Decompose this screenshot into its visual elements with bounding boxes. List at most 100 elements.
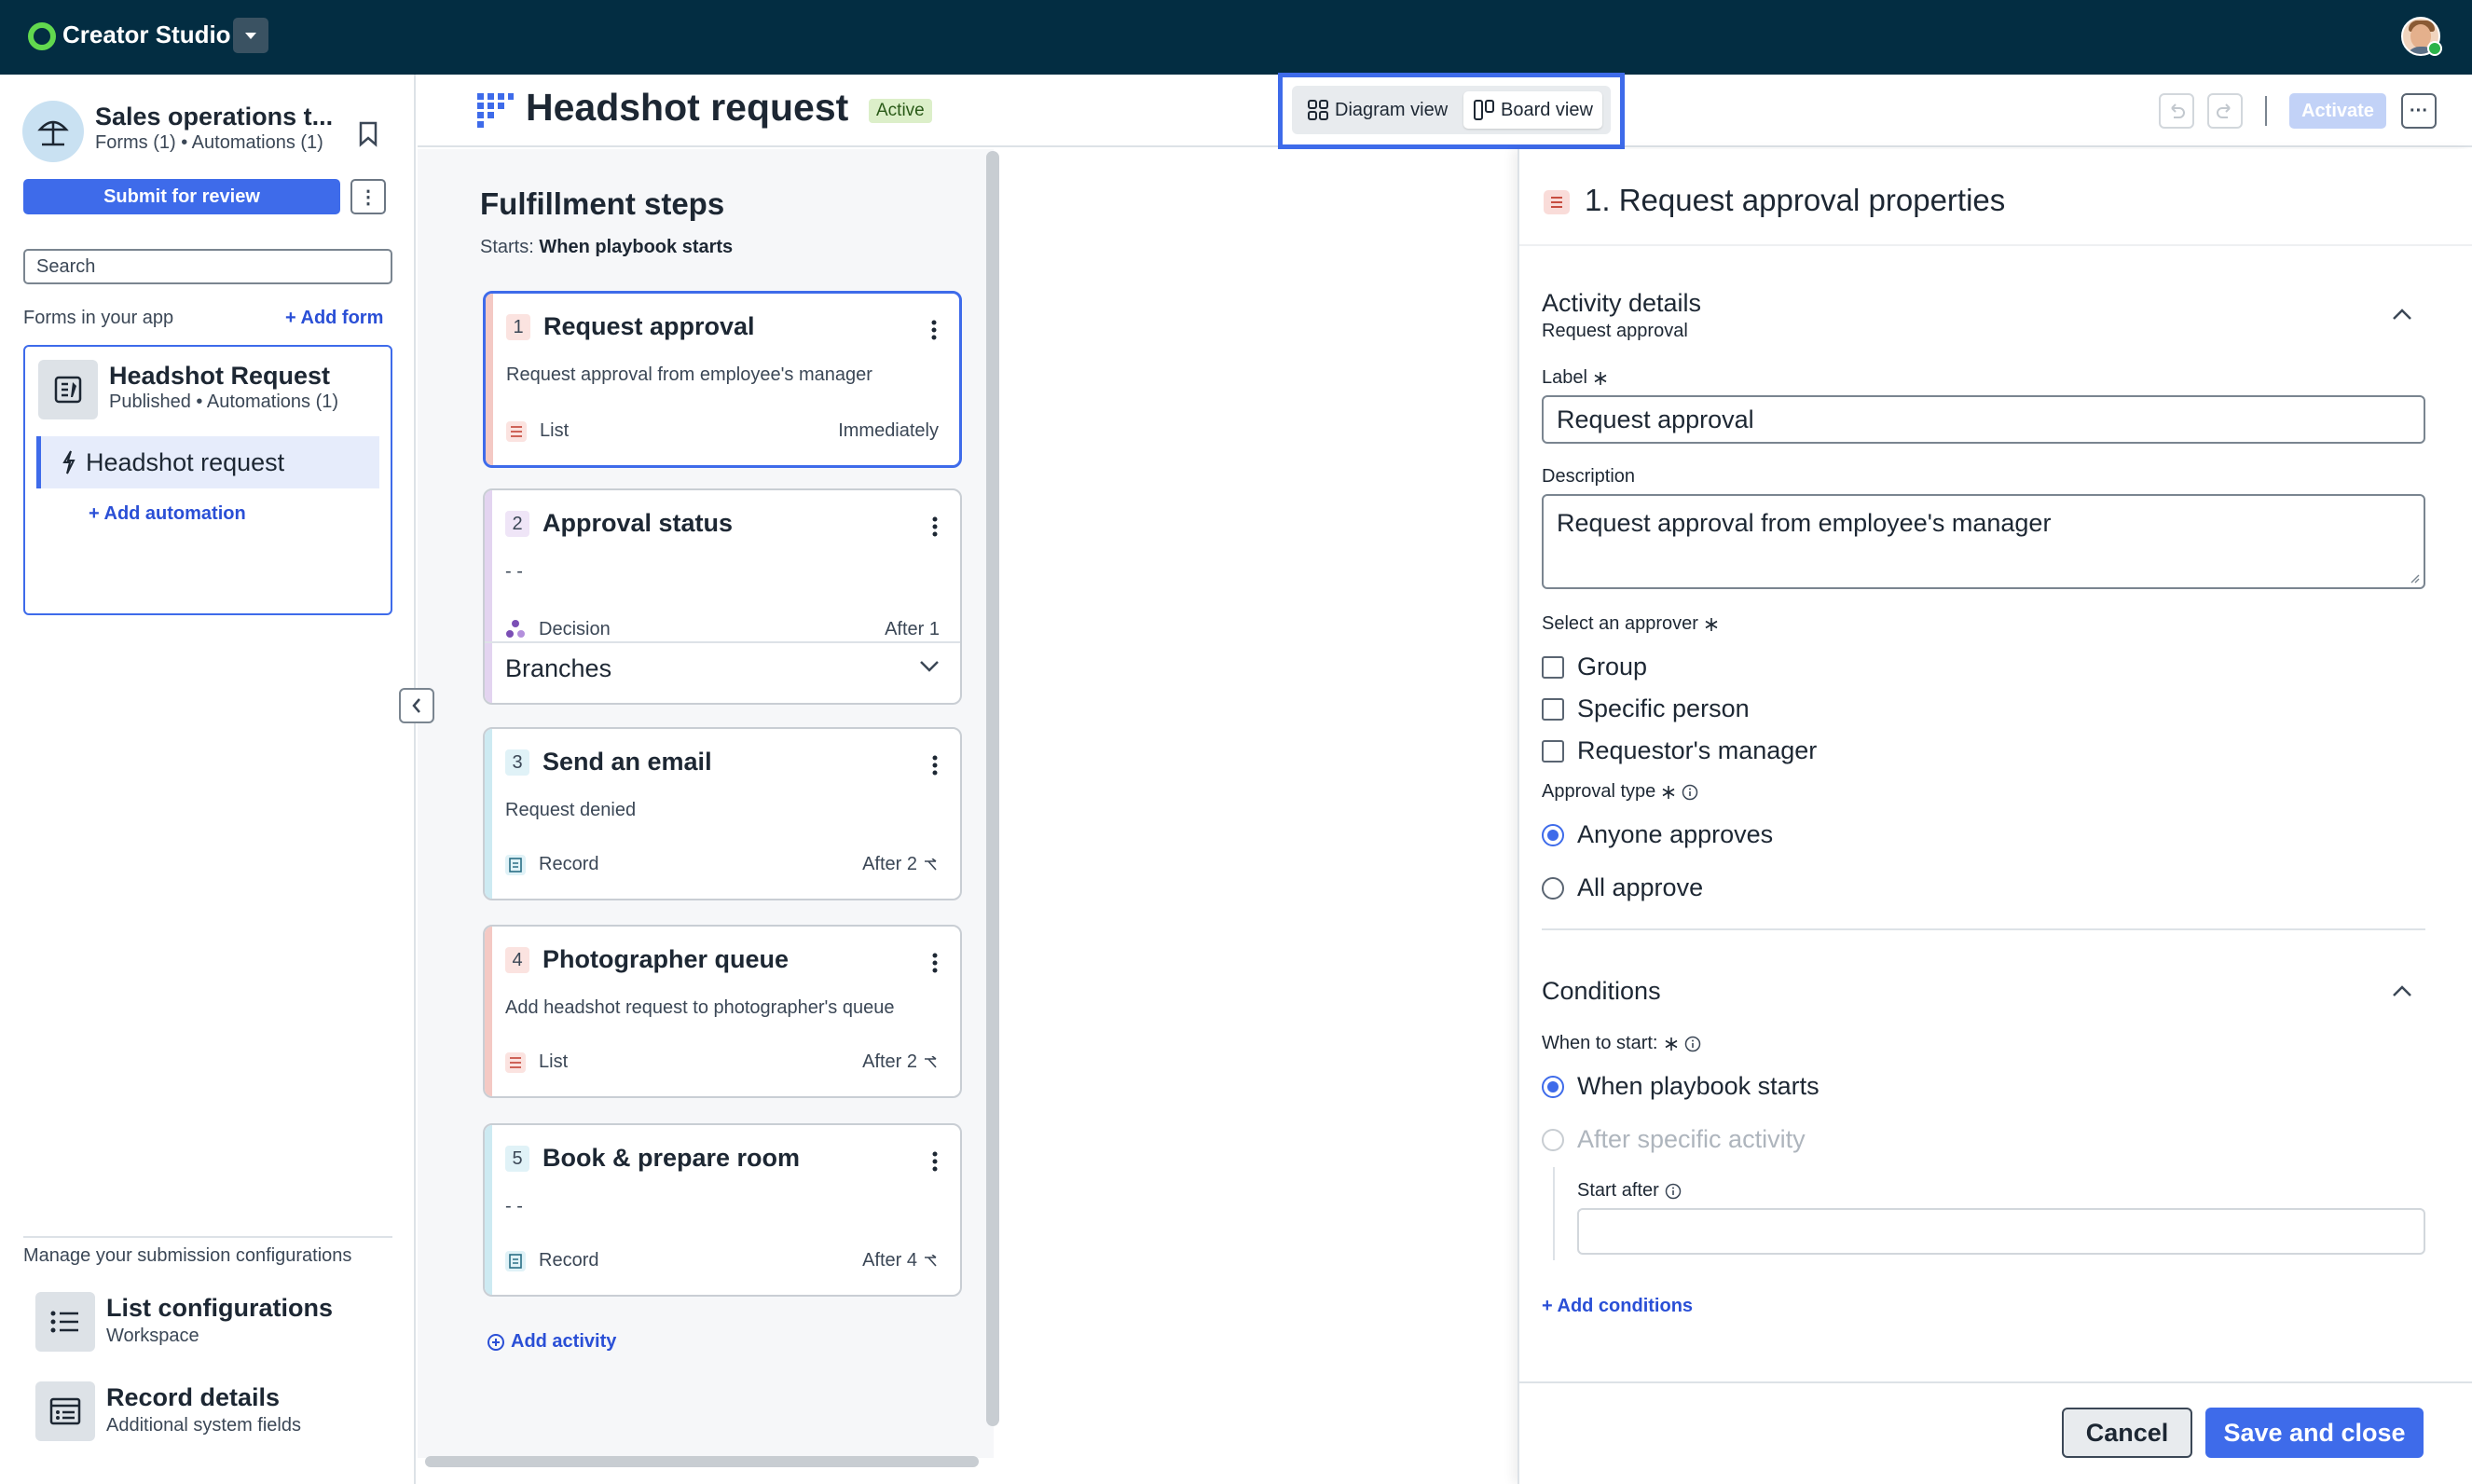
save-and-close-button[interactable]: Save and close [2205, 1408, 2424, 1458]
add-conditions-link[interactable]: + Add conditions [1542, 1296, 1693, 1317]
board-view-button[interactable]: Board view [1463, 91, 1602, 129]
step-menu-icon[interactable] [931, 320, 937, 340]
step-type: List [540, 420, 570, 441]
radio[interactable] [1542, 876, 1564, 900]
info-icon[interactable] [1682, 784, 1698, 801]
redo-button[interactable] [2207, 93, 2243, 129]
top-bar: Creator Studio [0, 0, 2472, 75]
step-title: Approval status [542, 509, 734, 537]
form-subtitle: Published • Automations (1) [109, 392, 339, 412]
header-divider [2265, 96, 2267, 126]
form-icon [38, 360, 98, 419]
form-card[interactable]: Headshot Request Published • Automations… [23, 345, 392, 615]
list-configurations-subtitle: Workspace [106, 1326, 199, 1346]
radio[interactable] [1542, 823, 1564, 846]
info-icon[interactable] [1684, 1036, 1701, 1052]
automation-item[interactable]: Headshot request [36, 436, 379, 488]
app-subtitle: Forms (1) • Automations (1) [95, 132, 323, 153]
divider [1519, 244, 2472, 246]
step-card-4[interactable]: 4 Photographer queue Add headshot reques… [483, 925, 962, 1098]
step-type: List [539, 1051, 569, 1072]
step-number: 1 [506, 314, 530, 340]
submit-for-review-button[interactable]: Submit for review [23, 179, 340, 214]
beach-umbrella-icon [37, 120, 69, 146]
anyone-approves-radio[interactable]: Anyone approves [1542, 820, 1773, 849]
step-menu-icon[interactable] [932, 953, 938, 973]
approver-group-checkbox[interactable]: Group [1542, 653, 1647, 681]
conditions-title[interactable]: Conditions [1542, 977, 1661, 1006]
record-details-title[interactable]: Record details [106, 1383, 280, 1412]
diagram-canvas[interactable] [1007, 149, 1518, 1484]
label-input[interactable]: Request approval [1542, 395, 2425, 444]
list-configurations-title[interactable]: List configurations [106, 1294, 333, 1323]
step-number: 3 [505, 749, 529, 776]
resize-grip-icon[interactable] [2409, 572, 2420, 584]
step-title: Photographer queue [542, 945, 790, 973]
diagram-view-button[interactable]: Diagram view [1298, 91, 1457, 129]
divider [1553, 1167, 1555, 1260]
approver-specific-person-checkbox[interactable]: Specific person [1542, 694, 1750, 723]
bookmark-icon[interactable] [358, 121, 378, 147]
radio[interactable] [1542, 1075, 1564, 1098]
chevron-up-icon[interactable] [2392, 984, 2412, 997]
radio[interactable] [1542, 1128, 1564, 1151]
brand-dropdown-button[interactable] [233, 18, 268, 53]
branches-toggle[interactable]: Branches [485, 641, 960, 694]
all-approve-radio[interactable]: All approve [1542, 873, 1703, 902]
list-icon [35, 1292, 95, 1352]
add-automation-link[interactable]: + Add automation [89, 503, 246, 525]
info-icon[interactable] [1665, 1183, 1682, 1200]
record-icon [505, 1251, 526, 1271]
step-description: Request approval from employee's manager [506, 364, 872, 385]
caret-down-icon [245, 33, 256, 39]
step-title: Book & prepare room [542, 1144, 801, 1172]
description-textarea[interactable]: Request approval from employee's manager [1542, 494, 2425, 589]
more-options-button[interactable]: ··· [2401, 93, 2437, 129]
redo-icon [2217, 103, 2231, 118]
step-card-3[interactable]: 3 Send an email Request denied Record Af… [483, 727, 962, 900]
horizontal-scrollbar[interactable] [425, 1456, 979, 1467]
board-icon [1474, 100, 1494, 120]
step-number: 2 [505, 511, 529, 537]
brand-name[interactable]: Creator Studio [62, 21, 231, 49]
step-card-1[interactable]: 1 Request approval Request approval from… [483, 291, 962, 468]
add-activity-link[interactable]: Add activity [487, 1331, 616, 1353]
list-icon [506, 421, 527, 442]
when-playbook-starts-radio[interactable]: When playbook starts [1542, 1072, 1820, 1101]
undo-button[interactable] [2159, 93, 2194, 129]
sidebar: Sales operations t... Forms (1) • Automa… [0, 75, 416, 1484]
chevron-left-icon [412, 698, 420, 713]
collapse-sidebar-button[interactable] [399, 688, 434, 723]
start-after-input[interactable] [1577, 1208, 2425, 1255]
branches-label: Branches [505, 653, 612, 682]
app-icon [22, 101, 84, 162]
approver-requestors-manager-checkbox[interactable]: Requestor's manager [1542, 736, 1817, 765]
activate-button[interactable]: Activate [2289, 93, 2386, 129]
step-menu-icon[interactable] [932, 755, 938, 776]
diagram-icon [1308, 100, 1328, 120]
step-card-5[interactable]: 5 Book & prepare room - - Record After 4 [483, 1123, 962, 1297]
activity-details-title[interactable]: Activity details [1542, 289, 1701, 318]
checkbox[interactable] [1542, 655, 1564, 679]
step-menu-icon[interactable] [932, 516, 938, 537]
add-form-link[interactable]: + Add form [285, 308, 383, 329]
checkbox[interactable] [1542, 739, 1564, 763]
step-type: Decision [539, 619, 611, 639]
steps-starts: Starts: When playbook starts [480, 237, 734, 257]
checkbox[interactable] [1542, 697, 1564, 721]
step-menu-icon[interactable] [932, 1151, 938, 1172]
view-toggle: Diagram view Board view [1292, 86, 1611, 134]
step-description: Request denied [505, 800, 637, 820]
after-specific-activity-radio[interactable]: After specific activity [1542, 1125, 1806, 1154]
when-to-start-label: When to start: [1542, 1033, 1701, 1054]
vertical-scrollbar[interactable] [986, 151, 999, 1426]
app-title: Sales operations t... [95, 103, 334, 131]
approver-field-label: Select an approver [1542, 613, 1719, 635]
description-field-label: Description [1542, 466, 1636, 487]
step-card-2[interactable]: 2 Approval status - - Decision After 1 B… [483, 488, 962, 705]
chevron-up-icon[interactable] [2392, 308, 2412, 321]
search-input[interactable]: Search [23, 249, 392, 284]
app-more-button[interactable]: ⋮ [350, 179, 386, 214]
cancel-button[interactable]: Cancel [2062, 1408, 2192, 1458]
branch-arrow-icon [925, 1254, 937, 1267]
